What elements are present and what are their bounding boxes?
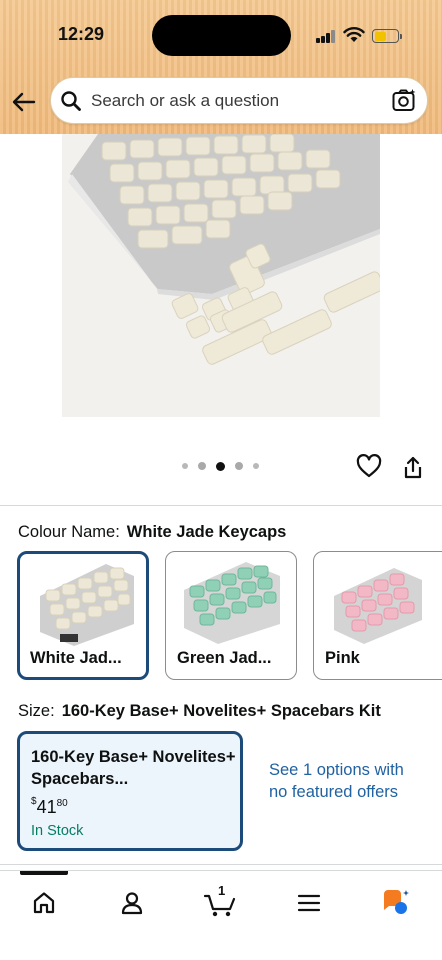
pink-thumbnail	[324, 560, 430, 644]
price-whole: 41	[36, 797, 57, 817]
size-option-title: 160-Key Base+ Novelites+ Spacebars...	[31, 748, 236, 788]
size-option-selected[interactable]: 160-Key Base+ Novelites+ Spacebars... $4…	[17, 731, 243, 851]
signal-icon	[316, 30, 336, 43]
camera-search-icon[interactable]	[391, 88, 417, 114]
green-jade-thumbnail	[176, 560, 282, 644]
price-currency: $	[31, 796, 37, 807]
price-fraction: 80	[56, 798, 68, 809]
colour-option-label: White Jad...	[30, 649, 122, 667]
colour-option-label: Green Jad...	[177, 649, 272, 667]
size-option-price: $4180	[31, 796, 68, 818]
search-input[interactable]	[91, 88, 381, 114]
nav-home[interactable]	[24, 883, 64, 923]
assistant-chat-icon	[384, 890, 409, 914]
cart-count: 1	[218, 883, 226, 898]
keycaps-photo	[62, 134, 380, 417]
app-header: 12:29	[0, 0, 442, 134]
person-icon	[121, 892, 143, 915]
colour-label: Colour Name:	[18, 523, 120, 541]
bottom-navigation: 1	[0, 870, 442, 960]
bottom-divider	[0, 864, 442, 865]
search-bar[interactable]	[50, 77, 428, 124]
nav-menu[interactable]	[289, 883, 329, 923]
nav-account[interactable]	[112, 883, 152, 923]
stock-status: In Stock	[31, 823, 84, 839]
colour-value: White Jade Keycaps	[126, 523, 287, 541]
menu-icon	[297, 894, 321, 912]
active-tab-indicator	[20, 871, 68, 875]
white-jade-thumbnail	[30, 562, 136, 646]
colour-option-green-jade[interactable]: Green Jad...	[165, 551, 297, 680]
heart-icon[interactable]	[356, 454, 382, 478]
nav-rufus-assistant[interactable]	[376, 883, 416, 923]
wifi-icon	[343, 27, 365, 42]
nav-cart[interactable]: 1	[200, 883, 240, 923]
search-icon	[61, 91, 81, 111]
dynamic-island	[152, 15, 291, 56]
battery-icon	[372, 29, 402, 43]
colour-option-pink[interactable]: Pink	[313, 551, 442, 680]
back-arrow-icon[interactable]	[10, 88, 38, 116]
home-icon	[33, 892, 55, 914]
colour-name-row: Colour Name: White Jade Keycaps	[18, 523, 286, 542]
status-time: 12:29	[58, 24, 105, 44]
image-carousel-dots[interactable]	[182, 461, 259, 471]
product-image[interactable]	[62, 134, 380, 417]
share-icon[interactable]	[402, 456, 424, 480]
section-divider	[0, 505, 442, 506]
colour-option-white-jade[interactable]: White Jad...	[17, 551, 149, 680]
size-row: Size: 160-Key Base+ Novelites+ Spacebars …	[18, 702, 381, 721]
colour-option-label: Pink	[325, 649, 360, 667]
size-value: 160-Key Base+ Novelites+ Spacebars Kit	[61, 702, 381, 720]
size-label: Size:	[18, 702, 55, 720]
see-options-link[interactable]: See 1 options with no featured offers	[269, 759, 419, 803]
